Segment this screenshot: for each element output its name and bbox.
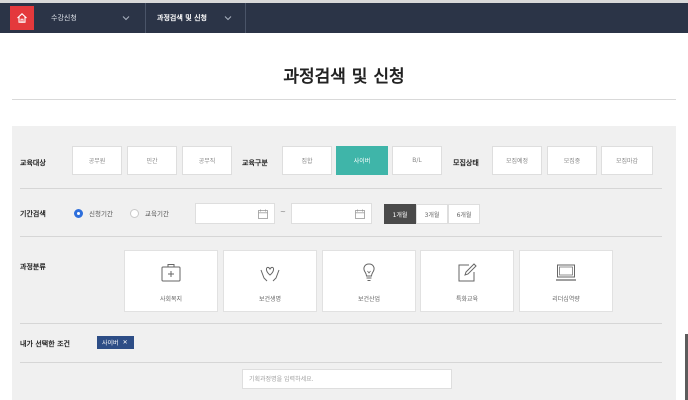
radio-label: 교육기간 xyxy=(145,210,169,218)
selected-conditions-label: 내가 선택한 조건 xyxy=(20,340,70,348)
period-label: 기간검색 xyxy=(20,210,46,218)
home-button[interactable] xyxy=(10,6,34,30)
nav-menu-course-search[interactable]: 과정검색 및 신청 xyxy=(146,3,246,33)
edit-icon xyxy=(458,263,477,282)
target-option-public[interactable]: 공무원 xyxy=(72,146,122,175)
lightbulb-icon xyxy=(363,263,375,281)
category-health-life[interactable]: 보건생명 xyxy=(223,250,317,312)
target-option-private[interactable]: 민간 xyxy=(127,146,177,175)
course-search-input[interactable] xyxy=(242,369,452,389)
date-range-separator: ~ xyxy=(280,208,286,216)
row-divider xyxy=(20,323,662,324)
medical-kit-icon xyxy=(161,264,181,282)
status-option-closed[interactable]: 모집마감 xyxy=(601,146,653,175)
chevron-down-icon xyxy=(224,16,232,21)
calendar-icon[interactable] xyxy=(355,209,365,219)
edu-type-option-cyber[interactable]: 사이버 xyxy=(336,146,388,175)
period-3month-button[interactable]: 3개월 xyxy=(416,204,448,224)
chevron-down-icon xyxy=(122,16,130,21)
category-special-edu[interactable]: 특화교육 xyxy=(420,250,514,312)
search-filter-panel: 교육대상 공무원 민간 공무직 교육구분 집합 사이버 B/L 모집상태 모집예… xyxy=(12,126,676,400)
tag-label: 사이버 xyxy=(102,340,119,347)
nav-menu-course-apply[interactable]: 수강신청 xyxy=(34,3,146,33)
radio-label: 신청기간 xyxy=(89,210,113,218)
category-label-text: 보건산업 xyxy=(357,296,381,303)
page-title: 과정검색 및 신청 xyxy=(283,67,405,87)
home-icon xyxy=(17,13,27,23)
title-divider xyxy=(12,99,676,100)
row-divider xyxy=(20,188,662,189)
end-date-field[interactable] xyxy=(291,203,372,224)
period-1month-button[interactable]: 1개월 xyxy=(384,204,416,224)
nav-menu-label: 과정검색 및 신청 xyxy=(157,14,207,22)
monitor-icon xyxy=(556,264,576,281)
status-option-open[interactable]: 모집중 xyxy=(547,146,597,175)
nav-menu-label: 수강신청 xyxy=(51,14,77,22)
target-option-public-service[interactable]: 공무직 xyxy=(182,146,232,175)
row-divider xyxy=(20,362,662,363)
category-social-welfare[interactable]: 사회복지 xyxy=(124,250,218,312)
status-label: 모집상태 xyxy=(453,159,479,167)
category-label-text: 특화교육 xyxy=(455,296,479,303)
row-divider xyxy=(20,236,662,237)
edu-type-label: 교육구분 xyxy=(242,159,268,167)
top-navigation-bar: 수강신청 과정검색 및 신청 xyxy=(0,0,688,33)
start-date-field[interactable] xyxy=(195,203,275,224)
category-label-text: 보건생명 xyxy=(258,296,282,303)
radio-selected-icon xyxy=(74,208,83,218)
selected-condition-tag[interactable]: 사이버 ✕ xyxy=(97,336,134,349)
category-leadership[interactable]: 리더십역량 xyxy=(519,250,613,312)
edu-type-option-bl[interactable]: B/L xyxy=(392,146,442,175)
radio-apply-period[interactable]: 신청기간 xyxy=(74,208,113,218)
category-health-industry[interactable]: 보건산업 xyxy=(322,250,416,312)
calendar-icon[interactable] xyxy=(258,209,268,219)
category-label: 과정분류 xyxy=(20,263,46,271)
close-icon[interactable]: ✕ xyxy=(123,339,128,346)
radio-edu-period[interactable]: 교육기간 xyxy=(130,208,169,218)
edu-type-option-group[interactable]: 집합 xyxy=(282,146,332,175)
target-label: 교육대상 xyxy=(20,159,46,167)
radio-unselected-icon xyxy=(130,208,139,218)
category-label-text: 사회복지 xyxy=(159,296,183,303)
status-option-planned[interactable]: 모집예정 xyxy=(492,146,542,175)
period-6month-button[interactable]: 6개월 xyxy=(448,204,480,224)
heart-hands-icon xyxy=(260,266,280,282)
category-label-text: 리더십역량 xyxy=(552,296,580,303)
